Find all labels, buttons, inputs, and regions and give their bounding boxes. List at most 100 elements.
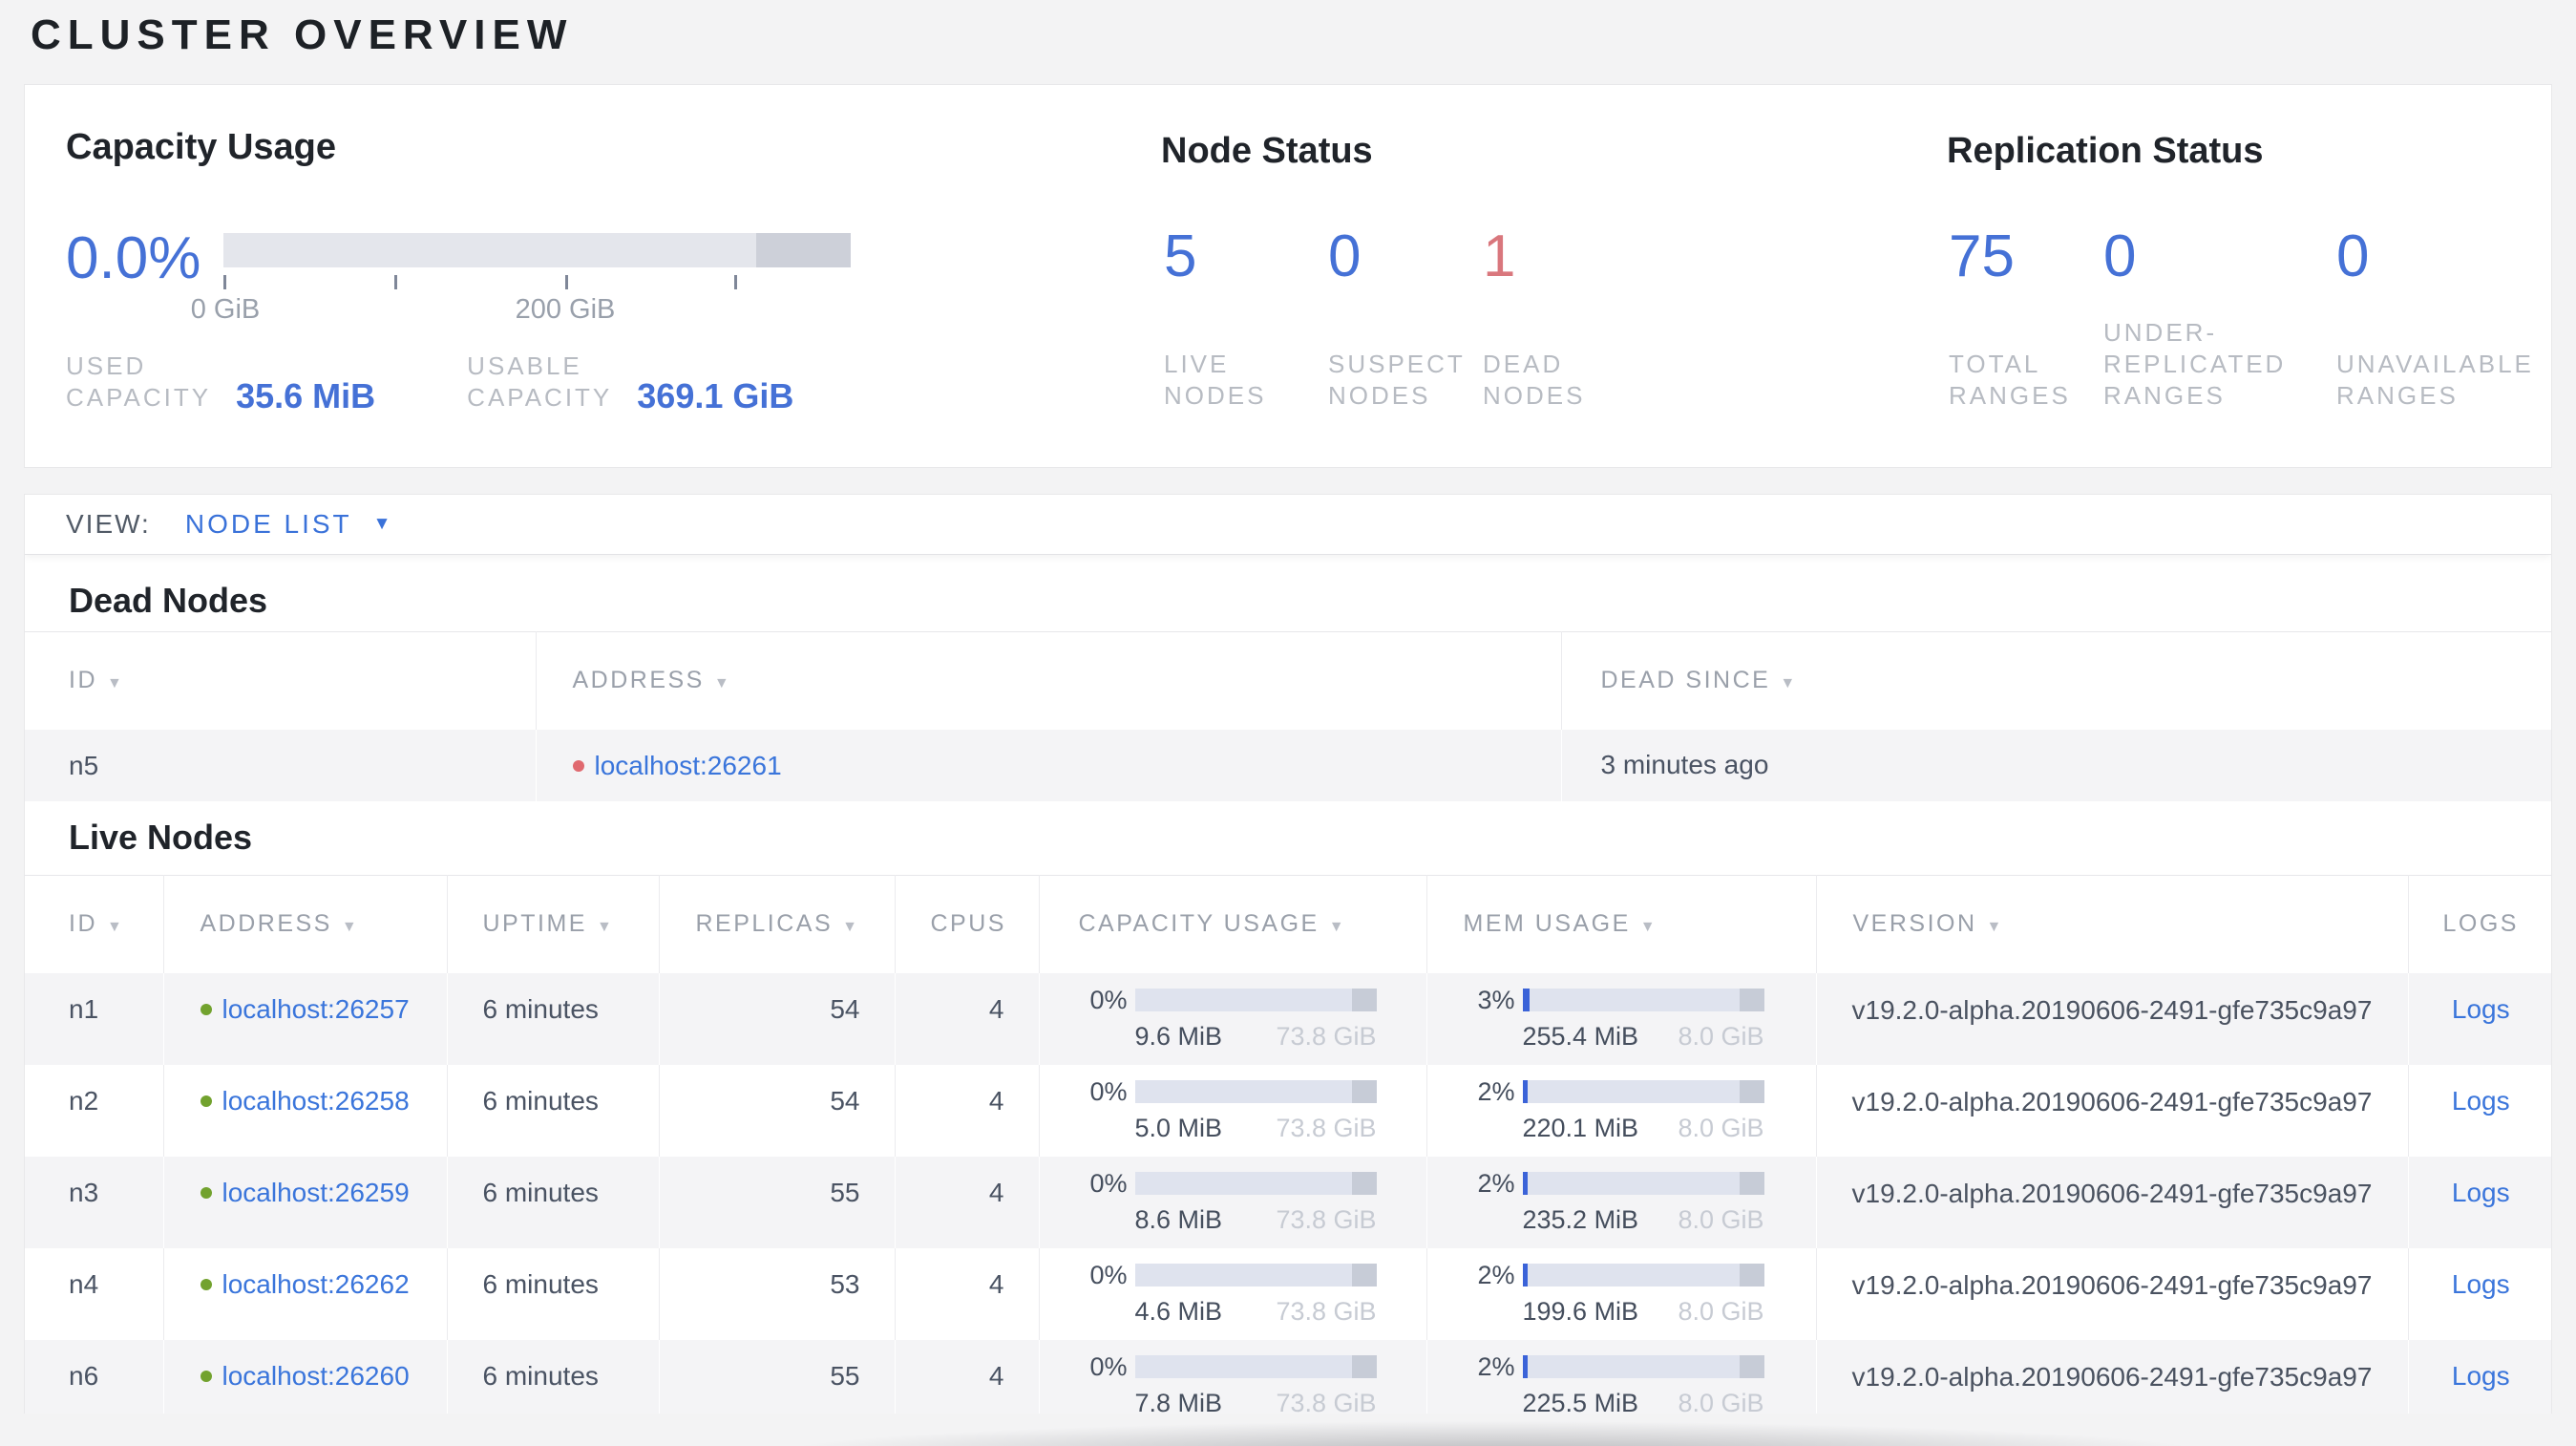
node-id-cell: n1 <box>25 972 164 1065</box>
mem-usage-cell: 2% 220.1 MiB 8.0 GiB <box>1426 1064 1817 1157</box>
col-header-replicas[interactable]: REPLICAS ▼ <box>659 875 896 973</box>
suspect-nodes-label: SUSPECT NODES <box>1328 350 1466 410</box>
col-header-logs: LOGS <box>2408 875 2551 973</box>
mem-usage-cell: 2% 225.5 MiB 8.0 GiB <box>1426 1339 1817 1414</box>
node-address-cell: localhost:26258 <box>163 1064 448 1157</box>
unavailable-ranges-label: UNAVAILABLE RANGES <box>2336 350 2534 410</box>
axis-tick <box>734 275 737 289</box>
node-address-link[interactable]: localhost:26262 <box>222 1269 410 1299</box>
node-id-cell: n2 <box>25 1064 164 1157</box>
capacity-axis-labels: 0 GiB 200 GiB <box>191 294 851 327</box>
view-label: VIEW: <box>66 509 151 539</box>
version-cell: v19.2.0-alpha.20190606-2491-gfe735c9a97 <box>1816 1156 2409 1248</box>
suspect-nodes-count: 0 <box>1328 223 1362 289</box>
cpus-cell: 4 <box>895 1064 1040 1157</box>
total-ranges-count: 75 <box>1949 223 2015 289</box>
version-cell: v19.2.0-alpha.20190606-2491-gfe735c9a97 <box>1816 1247 2409 1340</box>
node-address-link[interactable]: localhost:26258 <box>222 1086 410 1116</box>
mem-usage-cell: 3% 255.4 MiB 8.0 GiB <box>1426 972 1817 1065</box>
view-selector[interactable]: NODE LIST <box>185 509 352 540</box>
col-header-capacity-usage[interactable]: CAPACITY USAGE ▼ <box>1039 875 1427 973</box>
mem-usage-bar <box>1522 1080 1764 1103</box>
capacity-usage-bar <box>1134 1080 1377 1103</box>
node-address-cell: localhost:26257 <box>163 972 448 1065</box>
col-header-id[interactable]: ID ▼ <box>25 875 164 973</box>
dead-col-header-address[interactable]: ADDRESS ▼ <box>536 631 1562 730</box>
sort-arrow-icon: ▼ <box>842 919 858 936</box>
used-capacity-value: 35.6 MiB <box>236 376 376 415</box>
live-nodes-heading: Live Nodes <box>69 818 253 857</box>
mem-usage-bar <box>1522 1172 1764 1195</box>
node-address-cell: localhost:26260 <box>163 1339 448 1414</box>
live-nodes-table: ID ▼ ADDRESS ▼ UPTIME ▼ REPLICAS ▼ CPUS CAPA… <box>25 875 2551 1414</box>
col-header-mem-usage[interactable]: MEM USAGE ▼ <box>1426 875 1817 973</box>
capacity-usage-bar <box>1134 1264 1377 1287</box>
total-ranges-label: TOTAL RANGES <box>1949 350 2071 410</box>
usable-capacity-value: 369.1 GiB <box>637 376 794 415</box>
capacity-usage-cell: 0% 8.6 MiB 73.8 GiB <box>1039 1156 1427 1248</box>
page-title: CLUSTER OVERVIEW <box>31 11 574 58</box>
mem-usage-cell: 2% 235.2 MiB 8.0 GiB <box>1426 1156 1817 1248</box>
logs-link[interactable]: Logs <box>2452 1269 2510 1299</box>
live-nodes-label: LIVE NODES <box>1164 350 1267 410</box>
sort-arrow-icon: ▼ <box>1639 919 1656 936</box>
usable-capacity-label: USABLE CAPACITY <box>467 351 613 412</box>
node-address-link[interactable]: localhost:26261 <box>595 751 782 780</box>
capacity-bar-dark-segment <box>756 233 851 267</box>
dead-col-header-id[interactable]: ID ▼ <box>25 631 537 730</box>
axis-label-0: 0 GiB <box>190 294 261 325</box>
cpus-cell: 4 <box>895 1339 1040 1414</box>
capacity-usage-title: Capacity Usage <box>66 127 337 167</box>
logs-link[interactable]: Logs <box>2452 1178 2510 1207</box>
summary-card: Capacity Usage 0.0% 0 GiB 200 GiB USED C… <box>24 84 2552 468</box>
table-row: n2 localhost:26258 6 minutes 54 4 0% 5.0… <box>25 1064 2551 1157</box>
axis-tick <box>565 275 568 289</box>
axis-label-200: 200 GiB <box>515 294 616 325</box>
logs-link[interactable]: Logs <box>2452 1361 2510 1391</box>
uptime-cell: 6 minutes <box>447 972 660 1065</box>
logs-link[interactable]: Logs <box>2452 994 2510 1024</box>
node-address-link[interactable]: localhost:26260 <box>222 1361 410 1391</box>
uptime-cell: 6 minutes <box>447 1247 660 1340</box>
usable-capacity-stat: USABLE CAPACITY 369.1 GiB <box>467 351 794 415</box>
dead-table-header-row: ID ▼ ADDRESS ▼ DEAD SINCE ▼ <box>25 631 2551 730</box>
col-header-version[interactable]: VERSION ▼ <box>1816 875 2409 973</box>
col-header-cpus[interactable]: CPUS <box>895 875 1040 973</box>
logs-cell: Logs <box>2408 972 2551 1065</box>
sort-arrow-icon: ▼ <box>107 919 122 936</box>
sort-arrow-icon: ▼ <box>1780 675 1796 692</box>
live-node-dot-icon <box>200 1003 212 1015</box>
capacity-usage-bar <box>1134 1172 1377 1195</box>
live-nodes-count: 5 <box>1164 223 1197 289</box>
replicas-cell: 54 <box>659 972 896 1065</box>
under-replicated-ranges-label: UNDER- REPLICATED RANGES <box>2103 318 2287 410</box>
dead-nodes-count: 1 <box>1483 223 1516 289</box>
node-address-link[interactable]: localhost:26259 <box>222 1178 410 1207</box>
uptime-cell: 6 minutes <box>447 1064 660 1157</box>
mem-usage-bar <box>1522 1355 1764 1378</box>
capacity-axis-ticks <box>223 275 851 290</box>
table-row: n1 localhost:26257 6 minutes 54 4 0% 9.6… <box>25 972 2551 1065</box>
sort-arrow-icon: ▼ <box>107 675 122 692</box>
logs-link[interactable]: Logs <box>2452 1086 2510 1116</box>
col-header-uptime[interactable]: UPTIME ▼ <box>447 875 660 973</box>
col-header-address[interactable]: ADDRESS ▼ <box>163 875 448 973</box>
capacity-usage-cell: 0% 4.6 MiB 73.8 GiB <box>1039 1247 1427 1340</box>
node-status-title: Node Status <box>1161 131 1373 171</box>
live-node-dot-icon <box>200 1370 212 1382</box>
sort-arrow-icon: ▼ <box>713 675 729 692</box>
replicas-cell: 55 <box>659 1339 896 1414</box>
dead-col-header-dead-since[interactable]: DEAD SINCE ▼ <box>1561 631 2551 730</box>
dropdown-arrow-icon[interactable]: ▼ <box>373 514 391 535</box>
node-id-cell: n6 <box>25 1339 164 1414</box>
replication-status-title: Replication Status <box>1947 131 2264 171</box>
capacity-bar <box>223 233 851 267</box>
viewport-bottom-shadow <box>726 1410 2551 1446</box>
node-address-link[interactable]: localhost:26257 <box>222 994 410 1024</box>
replicas-cell: 53 <box>659 1247 896 1340</box>
nodes-card: VIEW: NODE LIST ▼ Dead Nodes ID ▼ ADDRESS… <box>24 494 2552 1414</box>
logs-cell: Logs <box>2408 1156 2551 1248</box>
dead-since-cell: 3 minutes ago <box>1561 729 2551 801</box>
capacity-usage-bar <box>1134 1355 1377 1378</box>
live-node-dot-icon <box>200 1095 212 1107</box>
